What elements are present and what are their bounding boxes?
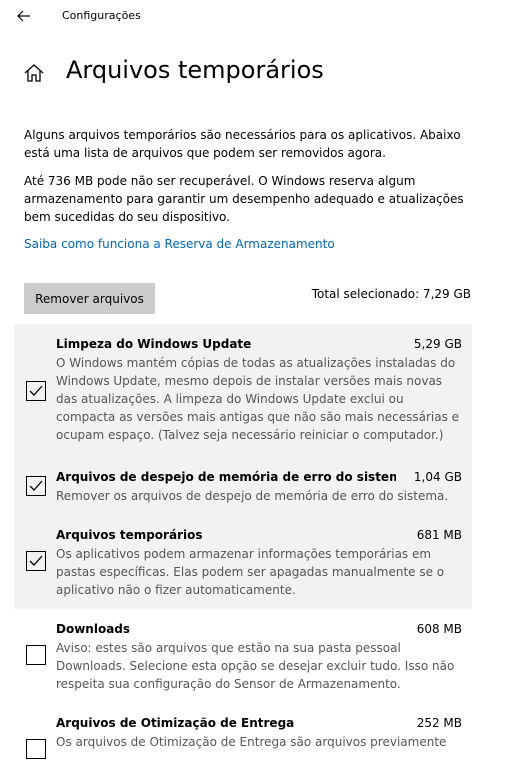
checkbox-downloads[interactable] [26,645,46,665]
checkbox-temporary-files[interactable] [26,551,46,571]
home-icon [23,62,45,84]
item-name: Arquivos de Otimização de Entrega [56,716,295,730]
item-size: 252 MB [416,716,462,730]
item-size: 5,29 GB [413,337,462,351]
intro-text-2: Até 736 MB pode não ser recuperável. O W… [24,174,464,224]
item-description: O Windows mantém cópias de todas as atua… [56,356,460,442]
checkmark-icon [29,555,43,566]
item-name: Arquivos de despejo de memória de erro d… [56,470,396,484]
temp-files-list: Limpeza do Windows Update 5,29 GB O Wind… [14,324,472,763]
item-size: 1,04 GB [413,470,462,484]
storage-reserve-link[interactable]: Saiba como funciona a Reserva de Armazen… [24,235,335,253]
list-item-downloads[interactable]: Downloads 608 MB Aviso: estes são arquiv… [14,609,472,703]
item-size: 681 MB [416,528,462,542]
item-name: Downloads [56,622,131,636]
item-name: Arquivos temporários [56,528,203,542]
title-bar: Configurações [0,0,528,34]
checkbox-delivery-optimization[interactable] [26,739,46,759]
checkbox-memory-dump-files[interactable] [26,476,46,496]
window-title: Configurações [62,9,141,22]
item-description: Os aplicativos podem armazenar informaçõ… [56,547,445,597]
item-description: Aviso: estes são arquivos que estão na s… [56,641,455,691]
item-size: 608 MB [416,622,462,636]
checkmark-icon [29,480,43,491]
remove-files-button[interactable]: Remover arquivos [24,283,155,314]
total-selected-label: Total selecionado: 7,29 GB [311,287,471,301]
intro-text-1: Alguns arquivos temporários são necessár… [24,128,461,160]
item-description: Os arquivos de Otimização de Entrega são… [56,735,447,749]
item-name: Limpeza do Windows Update [56,337,252,351]
list-item-memory-dump-files[interactable]: Arquivos de despejo de memória de erro d… [14,457,472,515]
back-arrow-icon[interactable] [14,6,34,26]
checkbox-windows-update-cleanup[interactable] [26,381,46,401]
item-description: Remover os arquivos de despejo de memóri… [56,489,449,503]
list-item-windows-update-cleanup[interactable]: Limpeza do Windows Update 5,29 GB O Wind… [14,324,472,457]
page-title: Arquivos temporários [66,56,324,84]
checkmark-icon [29,385,43,396]
list-item-delivery-optimization[interactable]: Arquivos de Otimização de Entrega 252 MB… [14,703,472,763]
list-item-temporary-files[interactable]: Arquivos temporários 681 MB Os aplicativ… [14,515,472,609]
